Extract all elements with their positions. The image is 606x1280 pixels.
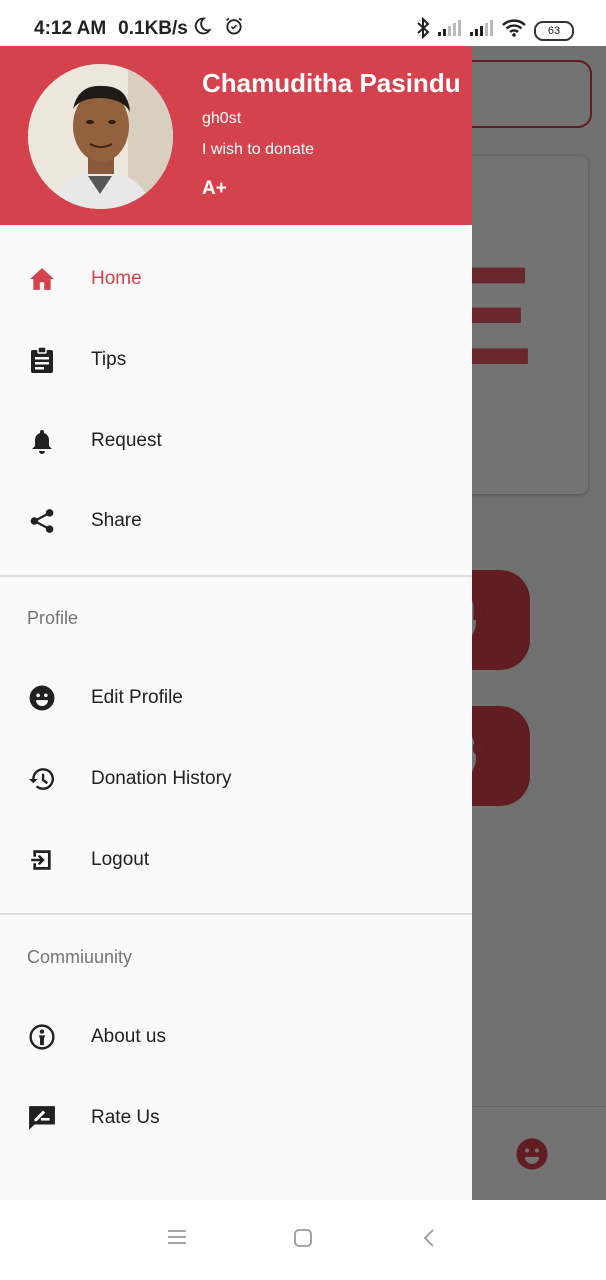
divider <box>0 575 472 577</box>
menu-item-label: Donation History <box>91 768 232 789</box>
smiley-icon <box>28 684 56 712</box>
bluetooth-icon <box>416 16 430 44</box>
menu-item-home[interactable]: Home <box>0 239 472 319</box>
menu-item-logout[interactable]: Logout <box>0 820 472 900</box>
navigation-drawer: Chamuditha Pasindu gh0st I wish to donat… <box>0 46 472 1200</box>
back-icon[interactable] <box>422 1228 436 1253</box>
clipboard-icon <box>28 346 56 374</box>
drawer-header: Chamuditha Pasindu gh0st I wish to donat… <box>0 46 472 225</box>
rate-review-icon <box>28 1104 56 1132</box>
menu-item-label: Request <box>91 430 162 451</box>
signal-icon-2 <box>470 20 494 41</box>
history-icon <box>28 765 56 793</box>
home-icon <box>28 265 56 293</box>
section-title-profile: Profile <box>27 608 79 628</box>
divider <box>0 913 472 915</box>
home-button-icon[interactable] <box>293 1228 313 1253</box>
bell-icon <box>28 427 56 455</box>
moon-icon <box>192 16 212 42</box>
menu-icon[interactable] <box>167 1228 187 1251</box>
section-title-community: Commiuunity <box>27 947 133 967</box>
menu-item-label: Tips <box>91 349 127 370</box>
battery-indicator: 63 <box>534 20 574 41</box>
menu-item-edit-profile[interactable]: Edit Profile <box>0 658 472 738</box>
menu-item-label: Logout <box>91 849 150 870</box>
status-bar: 4:12 AM 0.1KB/s 63 <box>0 0 606 46</box>
menu-item-label: Share <box>91 510 142 531</box>
share-icon <box>28 507 56 535</box>
menu-item-rate-us[interactable]: Rate Us <box>0 1078 472 1158</box>
status-speed: 0.1KB/s <box>118 18 188 39</box>
menu-item-tips[interactable]: Tips <box>0 320 472 400</box>
user-blood-type: A+ <box>202 178 227 199</box>
menu-item-label: Rate Us <box>91 1107 160 1128</box>
signal-icon-1 <box>438 20 462 41</box>
menu-item-label: About us <box>91 1026 166 1047</box>
wifi-icon <box>502 19 526 42</box>
menu-item-share[interactable]: Share <box>0 481 472 561</box>
user-handle: gh0st <box>202 110 242 127</box>
status-left: 4:12 AM 0.1KB/s <box>34 16 244 42</box>
logout-icon <box>28 846 56 874</box>
menu-item-label: Edit Profile <box>91 687 183 708</box>
menu-item-donation-history[interactable]: Donation History <box>0 739 472 819</box>
status-time: 4:12 AM <box>34 18 107 39</box>
avatar[interactable] <box>28 64 173 209</box>
alarm-icon <box>224 16 244 42</box>
user-status: I wish to donate <box>202 141 315 158</box>
system-nav-bar <box>0 1200 606 1280</box>
user-name: Chamuditha Pasindu <box>202 68 461 98</box>
menu-item-label: Home <box>91 268 142 289</box>
menu-item-request[interactable]: Request <box>0 401 472 481</box>
status-right: 63 <box>416 16 574 44</box>
info-icon <box>28 1023 56 1051</box>
menu-item-about-us[interactable]: About us <box>0 997 472 1077</box>
